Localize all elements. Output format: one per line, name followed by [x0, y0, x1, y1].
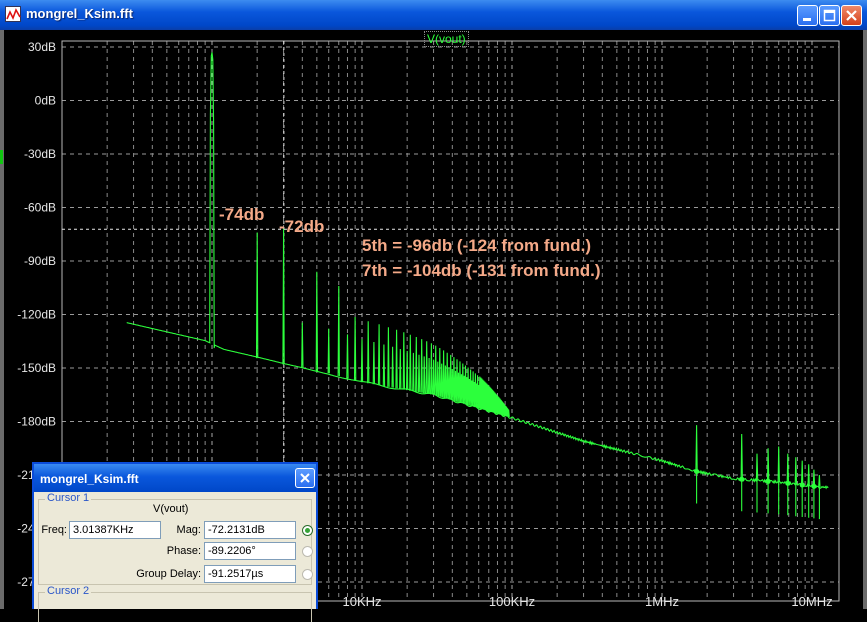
- close-icon: [846, 10, 857, 21]
- y-tick-label: -90dB: [24, 254, 56, 268]
- cursor-dialog[interactable]: mongrel_Ksim.fft Cursor 1 V(vout) Freq: …: [32, 462, 318, 622]
- y-tick-label: -30dB: [24, 147, 56, 161]
- group-delay-radio[interactable]: [302, 569, 313, 580]
- x-tick-label: 100KHz: [489, 594, 535, 609]
- close-icon: [300, 473, 310, 483]
- trace-marker: [811, 483, 817, 489]
- trace-marker: [799, 482, 805, 488]
- freq-label: Freq:: [41, 524, 67, 536]
- y-tick-label: 0dB: [35, 94, 56, 108]
- freq-field[interactable]: 3.01387KHz: [69, 521, 161, 539]
- dialog-titlebar[interactable]: mongrel_Ksim.fft: [34, 464, 316, 492]
- group-delay-label: Group Delay:: [136, 568, 201, 580]
- minimize-button[interactable]: [797, 5, 818, 26]
- cursor2-group-label: Cursor 2: [45, 585, 92, 597]
- dialog-close-button[interactable]: [295, 468, 315, 488]
- y-tick-label: -150dB: [17, 361, 56, 375]
- trace-vout: [126, 52, 829, 520]
- y-tick-label: -120dB: [17, 308, 56, 322]
- maximize-button[interactable]: [819, 5, 840, 26]
- mag-field[interactable]: -72.2131dB: [204, 521, 296, 539]
- annotation-7th-harmonic: 7th = -104db (-131 from fund.): [362, 261, 601, 280]
- trace-label[interactable]: V(vout): [424, 31, 469, 47]
- window-titlebar[interactable]: mongrel_Ksim.fft: [0, 0, 867, 30]
- y-tick-label: -60dB: [24, 201, 56, 215]
- mag-label: Mag:: [176, 524, 201, 536]
- cursor1-group-label: Cursor 1: [45, 492, 92, 504]
- annotation-5th-harmonic: 5th = -96db (-124 from fund.): [362, 236, 591, 255]
- x-tick-label: 10MHz: [791, 594, 832, 609]
- window-title: mongrel_Ksim.fft: [26, 6, 133, 21]
- minimize-icon: [803, 18, 811, 21]
- trace-marker: [693, 468, 700, 475]
- phase-radio[interactable]: [302, 546, 313, 557]
- x-tick-label: 10KHz: [342, 594, 381, 609]
- phase-label: Phase:: [166, 545, 201, 557]
- dialog-title: mongrel_Ksim.fft: [40, 472, 139, 486]
- group-delay-field[interactable]: -91.2517µs: [204, 565, 296, 583]
- x-tick-label: 1MHz: [645, 594, 679, 609]
- annotation-2nd-harmonic: -72db: [279, 217, 324, 236]
- trace-marker: [785, 480, 791, 486]
- close-button[interactable]: [841, 5, 862, 26]
- trace-marker: [739, 476, 745, 482]
- mag-radio[interactable]: [302, 525, 313, 536]
- cursor1-group: Cursor 1 V(vout) Freq: 3.01387KHz Mag: -…: [38, 492, 313, 585]
- phase-field[interactable]: -89.2206°: [204, 542, 296, 560]
- y-tick-label: -180dB: [17, 415, 56, 429]
- cursor1-signal-name: V(vout): [153, 503, 189, 515]
- trace-marker: [765, 478, 771, 484]
- y-tick-label: 30dB: [28, 40, 56, 54]
- waveform-app-icon: [5, 6, 21, 22]
- cursor2-group: Cursor 2: [38, 585, 312, 622]
- maximize-icon: [823, 9, 836, 22]
- annotation-3rd-harmonic: -74db: [219, 205, 264, 224]
